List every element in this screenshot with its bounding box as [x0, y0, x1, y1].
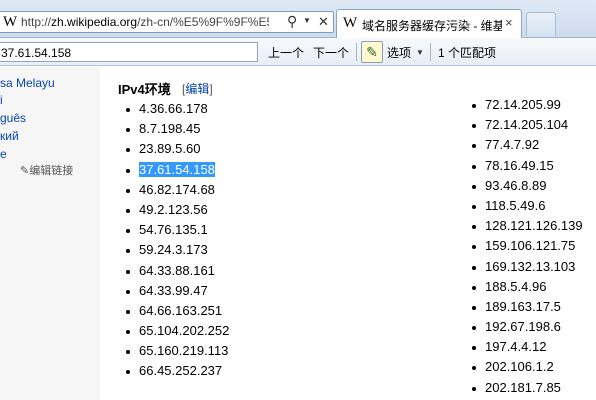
list-item: 202.106.1.2 — [472, 359, 583, 379]
tab-close-icon[interactable]: × — [505, 15, 513, 30]
list-item: 59.24.3.173 — [126, 242, 229, 262]
wikipedia-logo-icon: W — [343, 15, 358, 31]
section-heading: IPv4环境 — [118, 82, 171, 97]
ip-list-column-1: 4.36.66.178 8.7.198.45 23.89.5.60 37.61.… — [126, 101, 229, 384]
match-count: 1 个匹配项 — [438, 46, 497, 60]
list-item: 93.46.8.89 — [472, 178, 583, 198]
article-content: IPv4环境 [编辑] 4.36.66.178 8.7.198.45 23.89… — [100, 67, 596, 400]
edit-links-link[interactable]: ✎编辑链接 — [20, 162, 73, 178]
find-previous-button[interactable]: 上一个 — [268, 44, 304, 61]
list-item: 46.82.174.68 — [126, 182, 229, 202]
find-input[interactable] — [0, 42, 258, 62]
sidebar-lang-link[interactable]: i — [0, 93, 3, 107]
list-item: 189.163.17.5 — [472, 299, 583, 319]
list-item: 65.104.202.252 — [126, 323, 229, 343]
list-item: 8.7.198.45 — [126, 121, 229, 141]
url-path: /zh-cn/%E5%9F%9F%E5%9 — [137, 15, 269, 29]
address-url[interactable]: http://zh.wikipedia.org/zh-cn/%E5%9F%9F%… — [21, 15, 269, 29]
ip-list-column-2: 72.14.205.99 72.14.205.104 77.4.7.92 78.… — [472, 97, 583, 400]
highlight-icon[interactable]: ✎ — [361, 41, 383, 63]
sidebar-lang-link[interactable]: e — [0, 147, 7, 161]
section-edit-link[interactable]: [编辑] — [182, 80, 213, 97]
list-item-highlighted: 37.61.54.158 — [126, 161, 229, 182]
list-item: 128.121.126.139 — [472, 218, 583, 238]
search-icon[interactable]: ⚲ — [287, 13, 297, 30]
list-item: 202.181.7.85 — [472, 380, 583, 400]
list-item: 188.5.4.96 — [472, 279, 583, 299]
sidebar-lang-link[interactable]: кий — [0, 129, 19, 143]
dropdown-icon[interactable]: ▼ — [303, 16, 311, 25]
list-item: 169.132.13.103 — [472, 259, 583, 279]
list-item: 197.4.4.12 — [472, 339, 583, 359]
list-item: 78.16.49.15 — [472, 158, 583, 178]
find-bar: 上一个 下一个 ✎ 选项 ▼ 1 个匹配项 — [0, 38, 596, 66]
tab-active[interactable]: W 域名服务器缓存污染 - 维基... × — [336, 9, 522, 38]
browser-toolbar: W http://zh.wikipedia.org/zh-cn/%E5%9F%9… — [0, 0, 596, 38]
list-item: 66.45.252.237 — [126, 363, 229, 383]
list-item: 77.4.7.92 — [472, 137, 583, 157]
list-item: 64.66.163.251 — [126, 303, 229, 323]
list-item: 49.2.123.56 — [126, 202, 229, 222]
list-item: 192.67.198.6 — [472, 319, 583, 339]
list-item: 4.36.66.178 — [126, 101, 229, 121]
list-item: 23.89.5.60 — [126, 141, 229, 161]
divider — [430, 43, 431, 61]
list-item: 65.160.219.113 — [126, 343, 229, 363]
list-item: 72.14.205.104 — [472, 117, 583, 137]
tab-title: 域名服务器缓存污染 - 维基... — [362, 19, 502, 33]
sidebar-lang-link[interactable]: sa Melayu — [0, 76, 55, 90]
list-item: 159.106.121.75 — [472, 238, 583, 258]
edit-link-label[interactable]: 编辑 — [185, 82, 209, 96]
url-host: zh.wikipedia.org — [51, 15, 138, 29]
address-bar[interactable]: W http://zh.wikipedia.org/zh-cn/%E5%9F%9… — [0, 11, 334, 33]
search-match-highlight: 37.61.54.158 — [139, 161, 215, 177]
wikipedia-logo-icon: W — [3, 14, 18, 30]
divider — [356, 43, 357, 61]
sidebar-lang-link[interactable]: guês — [0, 111, 26, 125]
options-button[interactable]: 选项 — [387, 44, 411, 61]
sidebar: sa Melayu i guês кий e ✎编辑链接 — [0, 67, 100, 400]
list-item: 54.76.135.1 — [126, 222, 229, 242]
close-icon[interactable]: ✕ — [318, 14, 329, 30]
options-dropdown-icon[interactable]: ▼ — [416, 48, 424, 57]
list-item: 64.33.99.47 — [126, 283, 229, 303]
list-item: 64.33.88.161 — [126, 263, 229, 283]
url-prefix: http:// — [21, 15, 52, 29]
new-tab-button[interactable] — [526, 12, 556, 36]
list-item: 118.5.49.6 — [472, 198, 583, 218]
find-next-button[interactable]: 下一个 — [313, 44, 349, 61]
list-item: 72.14.205.99 — [472, 97, 583, 117]
